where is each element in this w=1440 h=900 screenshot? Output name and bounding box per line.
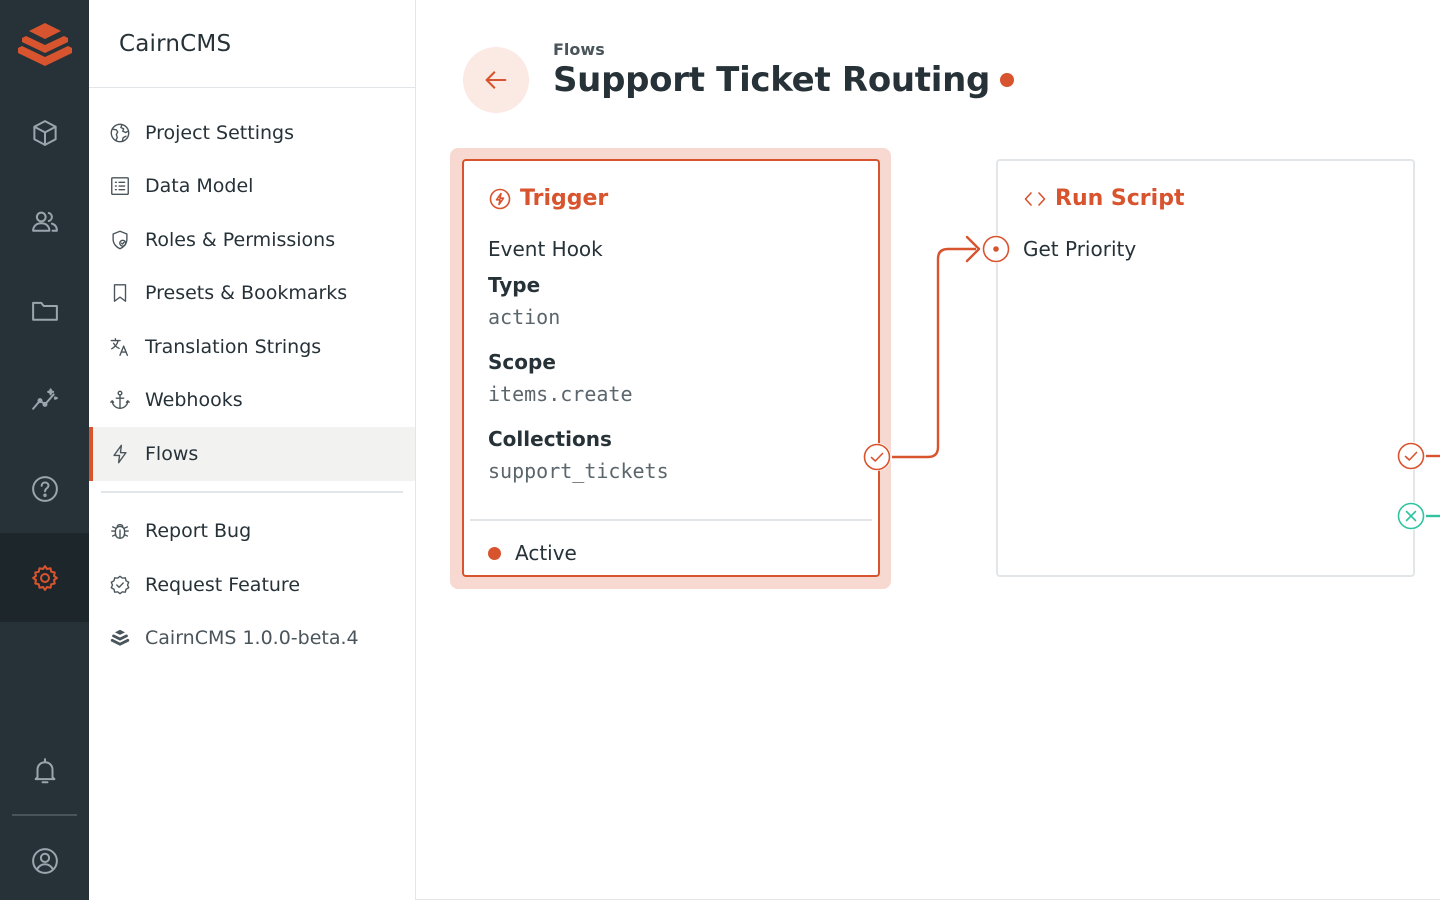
trigger-resolve-handle[interactable] [863, 443, 891, 471]
sidebar-item-roles-permissions[interactable]: Roles & Permissions [89, 213, 415, 267]
account-icon [31, 847, 58, 874]
page-title: Support Ticket Routing [553, 60, 1015, 100]
operation-reject-handle[interactable] [1397, 502, 1425, 530]
sidebar-item-request-feature[interactable]: Request Feature [89, 558, 415, 612]
settings-navigation: CairnCMS Project Settings Data Model Rol… [89, 0, 416, 900]
resolve-connector [892, 247, 976, 459]
insights-icon [31, 387, 58, 410]
gear-icon [31, 564, 58, 591]
bolt-icon [113, 444, 127, 464]
sidebar-item-label: Translation Strings [145, 335, 322, 358]
rail-documentation[interactable] [0, 444, 89, 533]
operation-header: Run Script [1023, 186, 1184, 211]
project-name: CairnCMS [119, 30, 232, 57]
shield-icon [112, 230, 128, 250]
field-label-scope: Scope [488, 350, 556, 374]
connector-arrowhead [965, 235, 981, 263]
sidebar-item-webhooks[interactable]: Webhooks [89, 374, 415, 428]
arrow-left-icon [485, 71, 507, 89]
list-alt-icon [111, 177, 129, 196]
app-logo[interactable] [0, 0, 89, 88]
sidebar-item-label: Webhooks [145, 389, 243, 412]
anchor-icon [110, 390, 130, 410]
sidebar-item-label: Data Model [145, 175, 254, 198]
folder-icon [31, 301, 58, 321]
input-dot-icon [982, 235, 1010, 263]
flow-title: Support Ticket Routing [553, 60, 991, 100]
trigger-name: Event Hook [488, 237, 603, 261]
sidebar-list: Project Settings Data Model Roles & Perm… [89, 88, 415, 665]
sidebar-item-label: Request Feature [145, 573, 301, 596]
rail-user-profile[interactable] [0, 816, 89, 900]
cairn-stack-icon [110, 630, 130, 647]
operation-panel[interactable]: Run Script Get Priority [996, 159, 1415, 577]
operation-name: Get Priority [1023, 237, 1137, 261]
status-label: Active [515, 541, 577, 565]
bug-icon [111, 524, 129, 540]
help-icon [31, 475, 58, 502]
field-label-type: Type [488, 273, 541, 297]
sidebar-item-data-model[interactable]: Data Model [89, 160, 415, 214]
sidebar-divider [101, 490, 403, 493]
sidebar-item-label: Project Settings [145, 121, 294, 144]
operation-heading: Run Script [1055, 186, 1185, 211]
rail-notifications[interactable] [0, 726, 89, 815]
users-icon [31, 211, 58, 232]
sidebar-item-report-bug[interactable]: Report Bug [89, 505, 415, 559]
unsaved-indicator [1000, 73, 1015, 87]
check-circle-icon [1397, 442, 1425, 470]
rail-content[interactable] [0, 88, 89, 177]
sidebar-item-label: Roles & Permissions [145, 228, 336, 251]
code-icon [1024, 191, 1046, 206]
trigger-panel[interactable]: Trigger Event Hook Type action Scope ite… [462, 159, 880, 577]
sidebar-item-label: CairnCMS 1.0.0-beta.4 [145, 627, 359, 650]
rail-insights[interactable] [0, 355, 89, 444]
breadcrumb[interactable]: Flows [553, 40, 605, 59]
flow-editor: Flows Support Ticket Routing Trigger Eve… [416, 0, 1440, 900]
module-rail [0, 0, 89, 900]
box-icon [32, 119, 57, 146]
sidebar-item-version[interactable]: CairnCMS 1.0.0-beta.4 [89, 612, 415, 666]
trigger-heading: Trigger [520, 186, 609, 211]
sidebar-item-translation-strings[interactable]: Translation Strings [89, 320, 415, 374]
sidebar-item-presets-bookmarks[interactable]: Presets & Bookmarks [89, 267, 415, 321]
check-circle-icon [863, 443, 891, 471]
rail-settings[interactable] [0, 533, 89, 622]
field-value-scope: items.create [488, 382, 633, 406]
sidebar-item-flows[interactable]: Flows [89, 427, 415, 481]
trigger-header: Trigger [488, 186, 608, 211]
globe-icon [110, 123, 130, 143]
bolt-circle-icon [489, 188, 511, 209]
field-label-collections: Collections [488, 427, 612, 451]
bookmark-icon [113, 284, 127, 303]
field-value-collections: support_tickets [488, 459, 669, 483]
sidebar-item-project-settings[interactable]: Project Settings [89, 106, 415, 160]
sidebar-item-label: Flows [145, 442, 199, 465]
sidebar-header: CairnCMS [89, 0, 415, 88]
rail-user-directory[interactable] [0, 177, 89, 266]
close-circle-icon [1397, 502, 1425, 530]
back-button[interactable] [463, 47, 529, 113]
operation-resolve-handle[interactable] [1397, 442, 1425, 470]
bell-icon [34, 757, 55, 783]
translate-icon [110, 337, 129, 356]
status-dot [488, 546, 501, 560]
operation-input-handle[interactable] [982, 235, 1010, 263]
trigger-divider [470, 519, 872, 521]
sidebar-item-label: Report Bug [145, 520, 252, 543]
rail-file-library[interactable] [0, 266, 89, 355]
trigger-status[interactable]: Active [488, 541, 577, 565]
cairn-stack-icon [17, 23, 72, 66]
sidebar-item-label: Presets & Bookmarks [145, 282, 348, 305]
field-value-type: action [488, 305, 561, 329]
verified-icon [110, 575, 130, 595]
